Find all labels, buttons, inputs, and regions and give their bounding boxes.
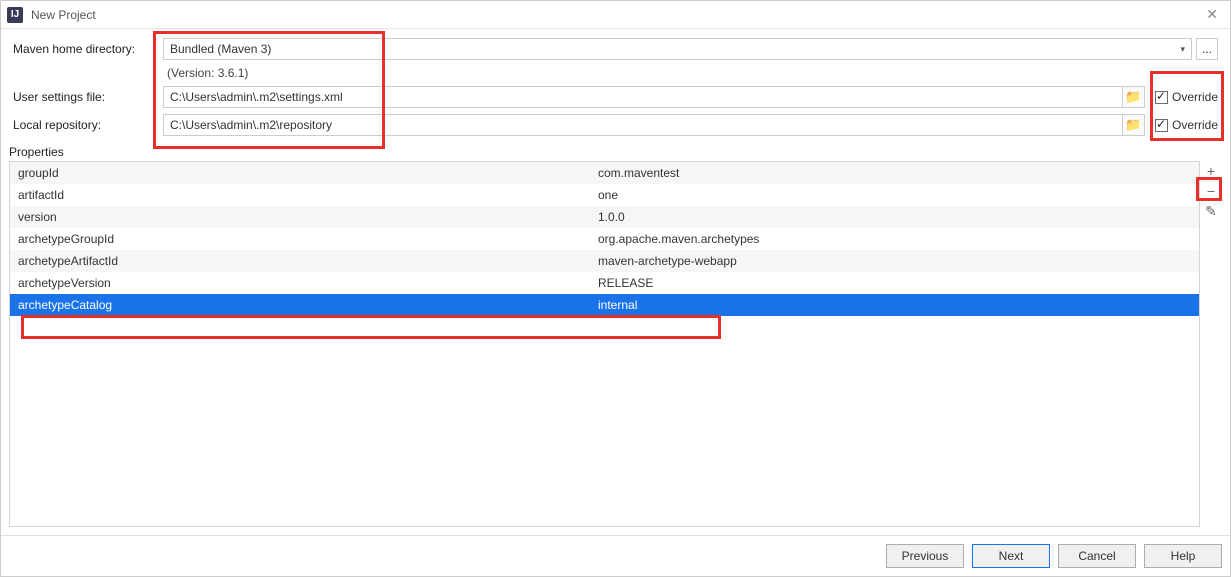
maven-settings-panel: Maven home directory: Bundled (Maven 3) … xyxy=(1,29,1230,141)
property-key: archetypeArtifactId xyxy=(10,254,590,268)
user-settings-override[interactable]: Override xyxy=(1155,90,1218,104)
new-project-dialog: IJ New Project ✕ Maven home directory: B… xyxy=(0,0,1231,577)
override-label: Override xyxy=(1172,90,1218,104)
properties-toolbar: + − ✎ xyxy=(1200,161,1222,527)
remove-button[interactable]: − xyxy=(1201,181,1221,201)
table-row[interactable]: groupIdcom.maventest xyxy=(10,162,1199,184)
folder-icon[interactable]: 📁 xyxy=(1123,86,1145,108)
property-value: com.maventest xyxy=(590,166,1199,180)
maven-home-value: Bundled (Maven 3) xyxy=(170,42,1180,56)
checkbox-icon[interactable] xyxy=(1155,119,1168,132)
properties-panel: groupIdcom.maventestartifactIdoneversion… xyxy=(1,161,1230,535)
user-settings-input[interactable]: C:\Users\admin\.m2\settings.xml xyxy=(163,86,1123,108)
user-settings-value: C:\Users\admin\.m2\settings.xml xyxy=(170,90,343,104)
override-label: Override xyxy=(1172,118,1218,132)
property-key: archetypeGroupId xyxy=(10,232,590,246)
previous-button[interactable]: Previous xyxy=(886,544,964,568)
property-key: version xyxy=(10,210,590,224)
local-repo-input[interactable]: C:\Users\admin\.m2\repository xyxy=(163,114,1123,136)
table-row[interactable]: archetypeCataloginternal xyxy=(10,294,1199,316)
folder-icon[interactable]: 📁 xyxy=(1123,114,1145,136)
close-icon[interactable]: ✕ xyxy=(1200,6,1224,23)
maven-home-label: Maven home directory: xyxy=(9,35,159,63)
property-key: artifactId xyxy=(10,188,590,202)
user-settings-label: User settings file: xyxy=(9,83,159,111)
cancel-button[interactable]: Cancel xyxy=(1058,544,1136,568)
property-value: org.apache.maven.archetypes xyxy=(590,232,1199,246)
table-row[interactable]: archetypeArtifactIdmaven-archetype-webap… xyxy=(10,250,1199,272)
maven-version-note: (Version: 3.6.1) xyxy=(163,66,1218,80)
local-repo-override[interactable]: Override xyxy=(1155,118,1218,132)
next-button[interactable]: Next xyxy=(972,544,1050,568)
add-button[interactable]: + xyxy=(1201,161,1221,181)
maven-home-select[interactable]: Bundled (Maven 3) ▾ xyxy=(163,38,1192,60)
property-key: archetypeVersion xyxy=(10,276,590,290)
help-button[interactable]: Help xyxy=(1144,544,1222,568)
property-value: 1.0.0 xyxy=(590,210,1199,224)
property-value: one xyxy=(590,188,1199,202)
titlebar: IJ New Project ✕ xyxy=(1,1,1230,29)
table-row[interactable]: version1.0.0 xyxy=(10,206,1199,228)
properties-section-label: Properties xyxy=(1,141,1230,161)
table-row[interactable]: artifactIdone xyxy=(10,184,1199,206)
table-row[interactable]: archetypeGroupIdorg.apache.maven.archety… xyxy=(10,228,1199,250)
window-title: New Project xyxy=(31,8,1200,22)
dialog-footer: Previous Next Cancel Help xyxy=(1,535,1230,576)
app-icon: IJ xyxy=(7,7,23,23)
edit-button[interactable]: ✎ xyxy=(1201,201,1221,221)
properties-table[interactable]: groupIdcom.maventestartifactIdoneversion… xyxy=(9,161,1200,527)
chevron-down-icon: ▾ xyxy=(1180,44,1185,55)
property-value: RELEASE xyxy=(590,276,1199,290)
maven-home-browse-button[interactable]: ... xyxy=(1196,38,1218,60)
checkbox-icon[interactable] xyxy=(1155,91,1168,104)
property-value: internal xyxy=(590,298,1199,312)
property-key: groupId xyxy=(10,166,590,180)
table-row[interactable]: archetypeVersionRELEASE xyxy=(10,272,1199,294)
local-repo-label: Local repository: xyxy=(9,111,159,139)
property-value: maven-archetype-webapp xyxy=(590,254,1199,268)
local-repo-value: C:\Users\admin\.m2\repository xyxy=(170,118,332,132)
property-key: archetypeCatalog xyxy=(10,298,590,312)
